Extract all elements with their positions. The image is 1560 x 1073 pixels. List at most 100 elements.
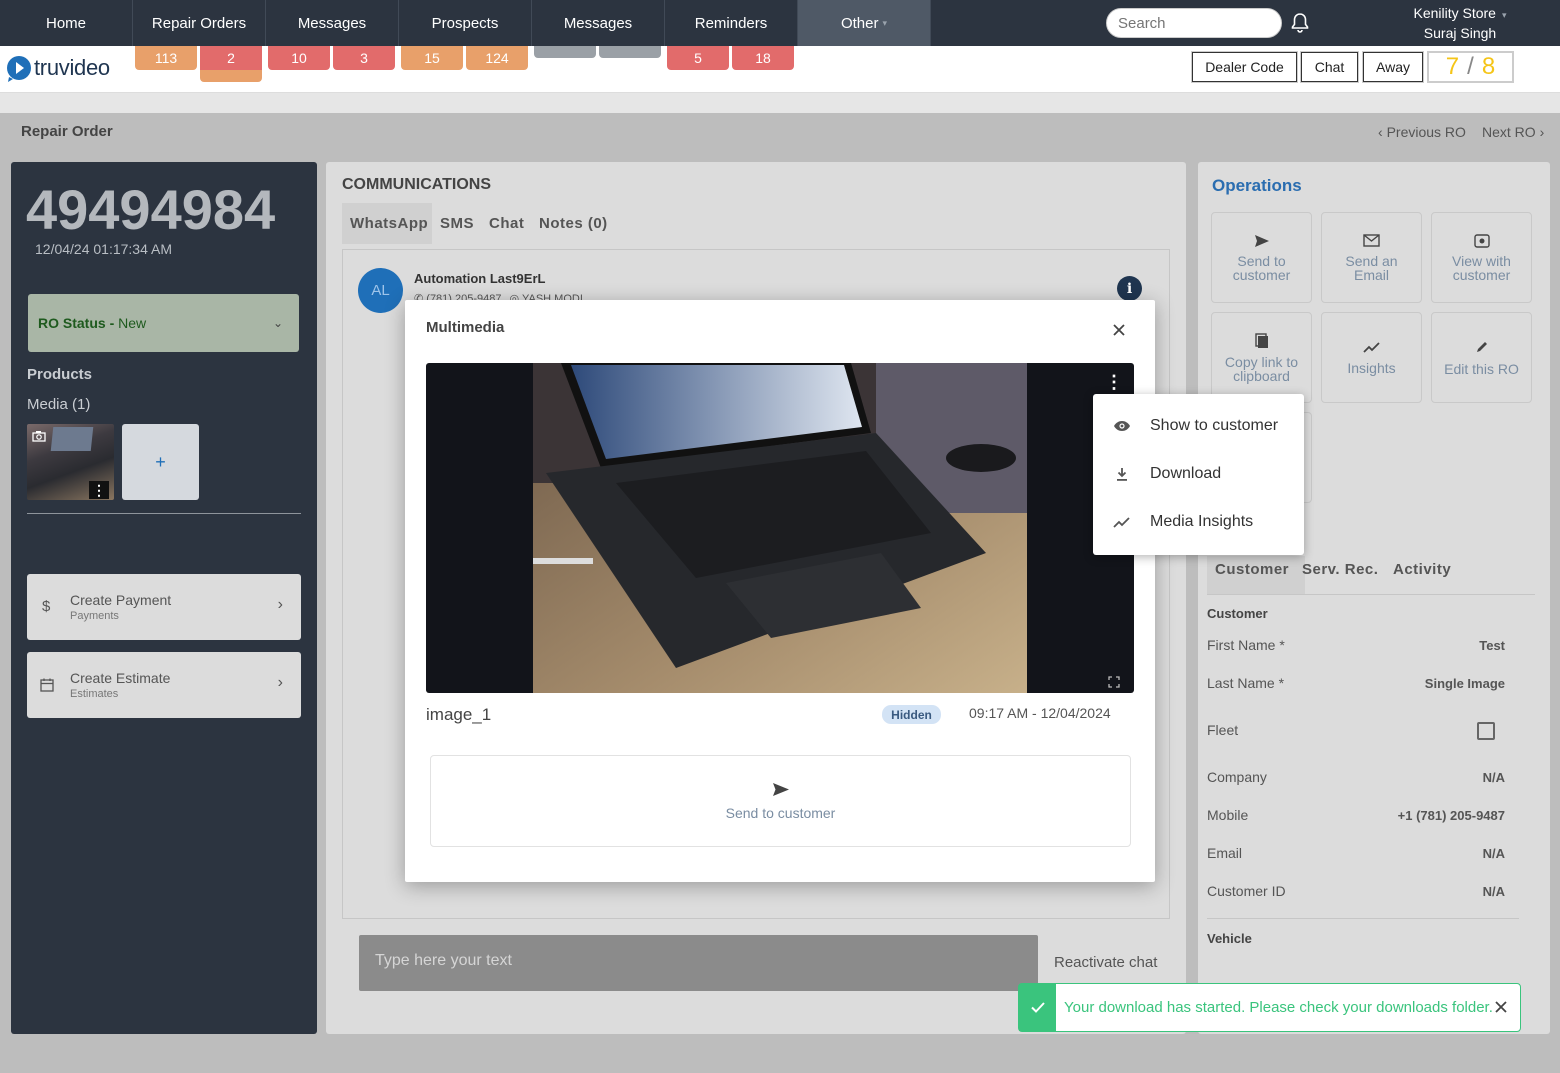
nav-tab-messages-2[interactable]: Messages — [532, 0, 665, 46]
op-send-email[interactable]: Send an Email — [1321, 212, 1422, 303]
menu-item-download[interactable]: Download — [1093, 450, 1304, 498]
badge-prospects-2[interactable]: 124 — [466, 46, 528, 70]
badge-prospects-1[interactable]: 15 — [401, 46, 463, 70]
bell-icon[interactable] — [1290, 12, 1310, 34]
divider — [1207, 594, 1535, 595]
ro-status-value: New — [118, 315, 147, 331]
search-input[interactable] — [1106, 8, 1282, 38]
user-menu[interactable]: Kenility Store ▾ Suraj Singh — [1395, 4, 1525, 42]
add-media-button[interactable]: + — [122, 424, 199, 500]
ro-status-dropdown[interactable]: RO Status - New ⌄ — [28, 294, 299, 352]
check-icon — [1019, 984, 1056, 1031]
badge-messages2-1[interactable] — [534, 46, 596, 58]
tab-chat[interactable]: Chat — [489, 215, 524, 232]
field-first-name-label: First Name * — [1207, 637, 1285, 653]
divider — [1207, 918, 1519, 919]
op-insights[interactable]: Insights — [1321, 312, 1422, 403]
chevron-right-icon: › — [1535, 124, 1545, 140]
close-icon[interactable] — [1112, 323, 1126, 337]
create-payment-button[interactable]: $ Create Payment Payments › — [27, 574, 301, 640]
badge-repair-orders-1[interactable]: 113 — [135, 46, 197, 70]
op-copy-link[interactable]: Copy link to clipboard — [1211, 312, 1312, 403]
dealer-code-button[interactable]: Dealer Code — [1192, 52, 1297, 82]
badge-repair-orders-2[interactable]: 2 — [200, 46, 262, 82]
divider — [27, 513, 301, 514]
more-vertical-icon[interactable]: ⋮ — [89, 481, 109, 499]
field-company-value[interactable]: N/A — [1483, 770, 1505, 785]
reactivate-chat-button[interactable]: Reactivate chat — [1054, 954, 1157, 971]
laptop-photo — [533, 363, 1027, 693]
op-view-with-customer[interactable]: View with customer — [1431, 212, 1532, 303]
ro-status-label: RO Status - — [38, 315, 119, 331]
create-estimate-button[interactable]: Create Estimate Estimates › — [27, 652, 301, 718]
field-email-value[interactable]: N/A — [1483, 846, 1505, 861]
field-email-label: Email — [1207, 845, 1243, 861]
counter-available: 7 — [1445, 53, 1460, 80]
calendar-icon — [40, 678, 54, 692]
previous-ro-label: Previous RO — [1386, 124, 1466, 140]
tab-activity[interactable]: Activity — [1393, 561, 1451, 578]
menu-item-media-insights[interactable]: Media Insights — [1093, 498, 1304, 546]
op-label: Copy link to clipboard — [1224, 353, 1299, 384]
toast-message: Your download has started. Please check … — [1064, 999, 1493, 1016]
previous-ro-link[interactable]: ‹ Previous RO — [1378, 124, 1466, 140]
op-send-to-customer[interactable]: Send to customer — [1211, 212, 1312, 303]
nav-tab-repair-orders[interactable]: Repair Orders — [133, 0, 266, 46]
media-viewer[interactable]: ⋮ — [426, 363, 1134, 693]
send-to-customer-button[interactable]: Send to customer — [430, 755, 1131, 847]
tab-whatsapp[interactable]: WhatsApp — [350, 215, 428, 232]
send-to-customer-label: Send to customer — [725, 804, 836, 821]
field-customer-id-value[interactable]: N/A — [1483, 884, 1505, 899]
badge-messages-2[interactable]: 3 — [333, 46, 395, 70]
chevron-right-icon: › — [277, 596, 283, 613]
chevron-left-icon: ‹ — [1378, 124, 1387, 140]
field-last-name-value[interactable]: Single Image — [1425, 676, 1505, 691]
close-icon[interactable] — [1495, 1001, 1507, 1013]
modal-title: Multimedia — [426, 319, 505, 336]
menu-item-show-to-customer[interactable]: Show to customer — [1093, 402, 1304, 450]
field-company-label: Company — [1207, 769, 1267, 785]
badge-reminders-2[interactable]: 18 — [732, 46, 794, 70]
chat-button[interactable]: Chat — [1301, 52, 1358, 82]
op-edit-ro[interactable]: Edit this RO — [1431, 312, 1532, 403]
nav-tab-messages[interactable]: Messages — [266, 0, 399, 46]
away-button[interactable]: Away — [1363, 52, 1423, 82]
menu-label: Show to customer — [1150, 417, 1279, 434]
tab-notes[interactable]: Notes (0) — [539, 215, 608, 232]
tab-sms[interactable]: SMS — [440, 215, 474, 232]
fleet-checkbox[interactable] — [1477, 722, 1495, 740]
tab-customer[interactable]: Customer — [1215, 561, 1289, 578]
next-ro-link[interactable]: Next RO › — [1482, 124, 1544, 140]
download-icon — [1093, 467, 1150, 481]
more-vertical-icon[interactable]: ⋮ — [1105, 372, 1123, 393]
logo-text: truvideo — [34, 55, 110, 80]
user-name: Suraj Singh — [1423, 25, 1497, 41]
media-context-menu: Show to customer Download Media Insights — [1093, 394, 1304, 555]
badge-reminders-1[interactable]: 5 — [667, 46, 729, 70]
tab-service-records[interactable]: Serv. Rec. — [1302, 561, 1378, 578]
media-thumbnail[interactable]: ⋮ — [27, 424, 114, 500]
nav-tab-other[interactable]: Other ▾ — [798, 0, 931, 46]
badge-messages2-2[interactable] — [599, 46, 661, 58]
op-label: Edit this RO — [1444, 360, 1519, 377]
truvideo-logo[interactable]: truvideo — [6, 53, 110, 83]
info-icon[interactable]: i — [1117, 276, 1142, 301]
nav-tab-home[interactable]: Home — [0, 0, 133, 46]
badge-messages-1[interactable]: 10 — [268, 46, 330, 70]
nav-tab-other-label: Other — [840, 14, 879, 32]
message-input[interactable]: Type here your text — [359, 935, 1038, 991]
fullscreen-icon[interactable] — [1108, 676, 1120, 688]
field-mobile-value[interactable]: +1 (781) 205-9487 — [1398, 808, 1505, 823]
counter-separator: / — [1467, 53, 1474, 80]
op-label: Send to customer — [1232, 252, 1291, 283]
customer-section-heading: Customer — [1207, 606, 1268, 621]
products-heading: Products — [27, 366, 93, 383]
nav-tab-prospects[interactable]: Prospects — [399, 0, 532, 46]
view-icon — [1473, 233, 1490, 248]
create-estimate-label: Create Estimate — [70, 670, 171, 686]
thumbnail-screen — [50, 427, 94, 451]
field-first-name-value[interactable]: Test — [1479, 638, 1505, 653]
nav-tab-reminders[interactable]: Reminders — [665, 0, 798, 46]
ro-number: 49494984 — [26, 178, 276, 241]
dollar-icon: $ — [42, 598, 51, 615]
